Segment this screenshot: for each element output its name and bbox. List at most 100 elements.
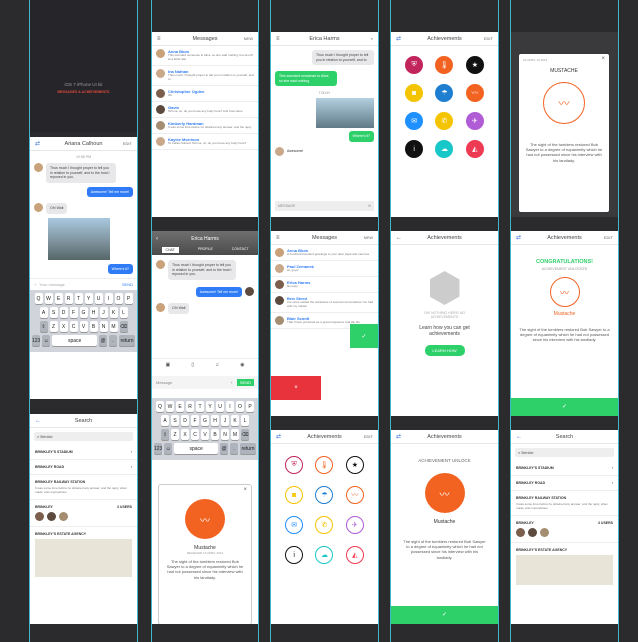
key[interactable]: ☺ xyxy=(164,443,173,454)
menu-icon[interactable]: ⇄ xyxy=(516,234,521,241)
new-button[interactable]: NEW xyxy=(364,235,373,240)
star-icon[interactable]: ★ xyxy=(465,56,484,74)
photo-message[interactable] xyxy=(48,217,110,260)
send-icon[interactable]: ✉ xyxy=(368,204,371,208)
learn-how-button[interactable]: LEARN HOW xyxy=(424,345,465,356)
search-input[interactable]: Brinkle xyxy=(521,450,533,455)
menu-icon[interactable]: ⇄ xyxy=(276,433,281,440)
search-icon[interactable]: ⌕ xyxy=(371,36,373,41)
tab-chat[interactable]: CHAT xyxy=(161,247,179,253)
key[interactable]: ☺ xyxy=(42,335,51,347)
menu-icon[interactable]: ≡ xyxy=(157,36,161,42)
confirm-button[interactable]: ✓ xyxy=(391,606,498,624)
back-icon[interactable]: ← xyxy=(35,418,41,424)
search-result[interactable]: BRINKLEY ROAD › xyxy=(511,476,618,491)
key[interactable]: C xyxy=(191,429,199,440)
key[interactable]: ⇧ xyxy=(39,321,48,333)
plus-icon[interactable]: + xyxy=(231,380,233,385)
plane-icon[interactable]: ✈ xyxy=(345,516,364,534)
key[interactable]: K xyxy=(231,415,239,426)
close-icon[interactable]: × xyxy=(243,487,247,493)
gamepad-icon[interactable]: ◭ xyxy=(345,546,364,564)
list-item[interactable]: Brin Steed I've since settled the substan… xyxy=(271,293,378,313)
key[interactable]: space xyxy=(52,335,97,347)
list-item[interactable]: Paul Zemanek Hi, guys! xyxy=(271,261,378,277)
mustache-icon[interactable]: 〰 xyxy=(465,84,484,102)
search-result[interactable]: BRINKLEY RAILWAY STATION It was some time… xyxy=(511,491,618,516)
search-result[interactable]: BRINKLEY'S ESTATE AGENCY xyxy=(511,543,618,590)
key[interactable]: J xyxy=(99,307,108,319)
edit-button[interactable]: EDIT xyxy=(604,235,613,240)
key[interactable]: O xyxy=(114,293,123,305)
key[interactable]: F xyxy=(69,307,78,319)
key[interactable]: S xyxy=(49,307,58,319)
key[interactable]: space xyxy=(174,443,218,454)
key[interactable]: Z xyxy=(171,429,179,440)
key[interactable]: Y xyxy=(84,293,93,305)
search-result[interactable]: BRINKLEY RAILWAY STATION It was some time… xyxy=(30,475,137,500)
cloud-icon[interactable]: ☁ xyxy=(315,546,334,564)
key[interactable]: N xyxy=(99,321,108,333)
key[interactable]: B xyxy=(89,321,98,333)
key[interactable]: M xyxy=(109,321,118,333)
cloud-icon[interactable]: ☁ xyxy=(435,140,454,158)
key[interactable]: L xyxy=(241,415,249,426)
search-result[interactable]: BRINKLEY ROAD › xyxy=(30,460,137,475)
tab-contact[interactable]: CONTACT xyxy=(232,247,249,253)
key[interactable]: return xyxy=(119,335,135,347)
key[interactable]: R xyxy=(186,401,194,412)
gamepad-icon[interactable]: ◭ xyxy=(465,140,484,158)
edit-button[interactable]: EDIT xyxy=(123,141,132,146)
key[interactable]: K xyxy=(109,307,118,319)
list-item[interactable]: Gavin Tell me, sir, do you know any body … xyxy=(152,102,258,118)
key[interactable]: D xyxy=(59,307,68,319)
key[interactable]: R xyxy=(64,293,73,305)
key[interactable]: 123 xyxy=(154,443,163,454)
key[interactable]: T xyxy=(196,401,204,412)
new-button[interactable]: NEW xyxy=(244,36,253,41)
key[interactable]: J xyxy=(221,415,229,426)
umbrella-icon[interactable]: ☂ xyxy=(315,486,334,504)
plus-icon[interactable]: + xyxy=(34,282,36,287)
send-button[interactable]: SEND xyxy=(122,282,133,287)
key[interactable]: ⇧ xyxy=(161,429,169,440)
message-input[interactable]: MESSAGE xyxy=(278,204,295,208)
star-icon[interactable]: ★ xyxy=(345,456,364,474)
megaphone-icon[interactable]: ✆ xyxy=(435,112,454,130)
key[interactable]: V xyxy=(79,321,88,333)
key[interactable]: return xyxy=(240,443,256,454)
key[interactable]: A xyxy=(39,307,48,319)
mask-icon[interactable]: ◙ xyxy=(405,84,424,102)
image-icon[interactable]: ▣ xyxy=(166,362,171,368)
mask-icon[interactable]: ◙ xyxy=(285,486,304,504)
close-icon[interactable]: × xyxy=(601,56,605,62)
key[interactable]: C xyxy=(69,321,78,333)
phone-icon[interactable]: ▯ xyxy=(191,362,194,368)
key[interactable]: T xyxy=(74,293,83,305)
key[interactable]: . xyxy=(230,443,238,454)
photo-message[interactable] xyxy=(316,98,374,129)
key[interactable]: A xyxy=(161,415,169,426)
back-icon[interactable]: ← xyxy=(516,434,522,440)
key[interactable]: M xyxy=(231,429,239,440)
key[interactable]: G xyxy=(201,415,209,426)
key[interactable]: Z xyxy=(49,321,58,333)
camera-icon[interactable]: ◉ xyxy=(240,362,244,368)
tab-profile[interactable]: PROFILE xyxy=(198,247,213,253)
key[interactable]: V xyxy=(201,429,209,440)
key[interactable]: F xyxy=(191,415,199,426)
mustache-icon[interactable]: 〰 xyxy=(345,486,364,504)
search-result[interactable]: BRINKLEY 3 USERS xyxy=(511,516,618,543)
swipe-accept-button[interactable]: ✓ xyxy=(350,324,378,348)
key[interactable]: W xyxy=(44,293,53,305)
list-item[interactable]: Erica Harms No way! xyxy=(271,277,378,293)
key[interactable]: . xyxy=(109,335,117,347)
info-icon[interactable]: i xyxy=(285,546,304,564)
menu-icon[interactable]: ≡ xyxy=(276,36,280,42)
list-item[interactable]: Anna Blum This sounded nonsense to Alice,… xyxy=(152,46,258,66)
key[interactable]: I xyxy=(104,293,113,305)
key[interactable]: L xyxy=(119,307,128,319)
key[interactable]: H xyxy=(89,307,98,319)
key[interactable]: E xyxy=(54,293,63,305)
thermometer-icon[interactable]: 🌡 xyxy=(435,56,454,74)
